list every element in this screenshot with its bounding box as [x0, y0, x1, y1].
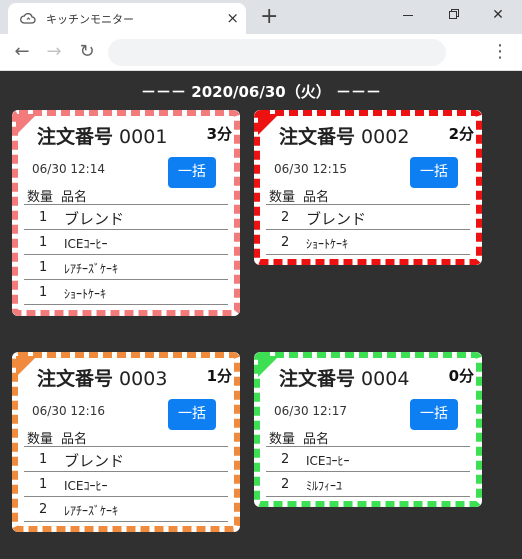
item-quantity: 2	[281, 210, 290, 225]
order-number-value: 0001	[113, 126, 168, 148]
item-name: ブレンド	[64, 452, 125, 470]
item-quantity: 1	[39, 235, 48, 250]
item-quantity: 1	[39, 477, 48, 492]
status-flag-icon	[16, 356, 37, 377]
order-item-list: 1 ブレンド 1 ICEｺｰﾋｰ 2 ﾚｱﾁｰｽﾞｹｰｷ	[24, 446, 228, 522]
order-item-list: 2 ブレンド 2 ｼｮｰﾄｹｰｷ	[266, 204, 470, 255]
qty-column-header: 数量	[27, 432, 54, 447]
bulk-complete-button[interactable]: 一括	[410, 157, 458, 188]
order-item-list: 1 ブレンド 1 ICEｺｰﾋｰ 1 ﾚｱﾁｰｽﾞｹｰｷ 1 ｼｮｰﾄｹｰｷ	[24, 204, 228, 305]
elapsed-minutes: 3分	[206, 125, 232, 143]
item-quantity: 1	[39, 452, 48, 467]
item-name: ICEｺｰﾋｰ	[64, 237, 108, 251]
order-number-label: 注文番号	[37, 126, 114, 148]
order-number-label: 注文番号	[279, 368, 356, 390]
item-quantity: 1	[39, 210, 48, 225]
order-time: 06/30 12:16	[32, 404, 105, 418]
item-quantity: 1	[39, 260, 48, 275]
new-tab-button[interactable]: +	[260, 6, 278, 28]
cloud-sync-icon	[20, 12, 36, 24]
item-quantity: 2	[281, 235, 290, 250]
item-name: ブレンド	[306, 210, 367, 228]
elapsed-minutes: 1分	[206, 367, 232, 385]
address-bar[interactable]	[108, 39, 446, 66]
item-quantity: 2	[281, 477, 290, 492]
minimize-button[interactable]	[386, 0, 430, 30]
item-name: ﾚｱﾁｰｽﾞｹｰｷ	[64, 262, 119, 276]
order-time: 06/30 12:15	[274, 162, 347, 176]
name-column-header: 品名	[61, 432, 88, 447]
order-card: 注文番号 0003 1分 06/30 12:16 一括数量 品名 1 ブレンド 1 ICEｺｰﾋ…	[12, 352, 240, 532]
order-number: 注文番号 0003	[37, 364, 167, 391]
order-number: 注文番号 0002	[279, 122, 409, 149]
order-card: 注文番号 0004 0分 06/30 12:17 一括数量 品名 2 ICEｺｰﾋｰ 2 ﾐﾙﾌ…	[254, 352, 482, 507]
order-item-row[interactable]: 2 ｼｮｰﾄｹｰｷ	[266, 230, 470, 255]
order-number-value: 0002	[355, 126, 410, 148]
order-time: 06/30 12:14	[32, 162, 105, 176]
order-time: 06/30 12:17	[274, 404, 347, 418]
item-name: ICEｺｰﾋｰ	[64, 479, 108, 493]
order-item-row[interactable]: 2 ﾚｱﾁｰｽﾞｹｰｷ	[24, 497, 228, 522]
qty-column-header: 数量	[269, 190, 296, 205]
bulk-complete-button[interactable]: 一括	[168, 157, 216, 188]
tab-title: キッチンモニター	[46, 13, 134, 26]
bulk-complete-button[interactable]: 一括	[410, 399, 458, 430]
item-name: ﾚｱﾁｰｽﾞｹｰｷ	[64, 504, 119, 518]
name-column-header: 品名	[61, 190, 88, 205]
order-item-row[interactable]: 1 ブレンド	[24, 205, 228, 230]
item-name: ｼｮｰﾄｹｰｷ	[64, 287, 107, 301]
date-header: －－－ 2020/06/30（火） －－－	[141, 83, 381, 101]
status-flag-icon	[16, 114, 37, 135]
browser-tab[interactable]: キッチンモニター ×	[8, 3, 246, 34]
item-name: ICEｺｰﾋｰ	[306, 454, 350, 468]
order-number-label: 注文番号	[279, 126, 356, 148]
browser-menu-button[interactable]: ⋮	[490, 40, 510, 64]
order-number-value: 0004	[355, 368, 410, 390]
item-name: ｼｮｰﾄｹｰｷ	[306, 237, 349, 251]
item-quantity: 1	[39, 285, 48, 300]
browser-titlebar: キッチンモニター × + ✕	[0, 0, 522, 34]
name-column-header: 品名	[303, 432, 330, 447]
order-number-value: 0003	[113, 368, 168, 390]
order-item-row[interactable]: 1 ブレンド	[24, 447, 228, 472]
order-item-row[interactable]: 1 ﾚｱﾁｰｽﾞｹｰｷ	[24, 255, 228, 280]
forward-button[interactable]: →	[42, 40, 66, 64]
order-card: 注文番号 0002 2分 06/30 12:15 一括数量 品名 2 ブレンド 2 ｼｮｰﾄｹｰ…	[254, 110, 482, 265]
order-item-row[interactable]: 2 ﾐﾙﾌｨｰﾕ	[266, 472, 470, 497]
order-number: 注文番号 0001	[37, 122, 167, 149]
order-number: 注文番号 0004	[279, 364, 409, 391]
order-number-label: 注文番号	[37, 368, 114, 390]
window-close-button[interactable]: ✕	[476, 0, 520, 30]
order-card: 注文番号 0001 3分 06/30 12:14 一括数量 品名 1 ブレンド 1 ICEｺｰﾋ…	[12, 110, 240, 316]
back-button[interactable]: ←	[10, 40, 34, 64]
item-name: ﾐﾙﾌｨｰﾕ	[306, 479, 343, 493]
order-item-row[interactable]: 2 ICEｺｰﾋｰ	[266, 447, 470, 472]
order-item-row[interactable]: 1 ｼｮｰﾄｹｰｷ	[24, 280, 228, 305]
item-quantity: 2	[281, 452, 290, 467]
order-item-row[interactable]: 1 ICEｺｰﾋｰ	[24, 230, 228, 255]
qty-column-header: 数量	[269, 432, 296, 447]
status-flag-icon	[258, 114, 279, 135]
order-item-row[interactable]: 2 ブレンド	[266, 205, 470, 230]
maximize-button[interactable]	[432, 0, 476, 30]
order-item-row[interactable]: 1 ICEｺｰﾋｰ	[24, 472, 228, 497]
elapsed-minutes: 0分	[448, 367, 474, 385]
qty-column-header: 数量	[27, 190, 54, 205]
name-column-header: 品名	[303, 190, 330, 205]
status-flag-icon	[258, 356, 279, 377]
order-item-list: 2 ICEｺｰﾋｰ 2 ﾐﾙﾌｨｰﾕ	[266, 446, 470, 497]
browser-toolbar: ← → ↻ ⋮	[0, 34, 522, 71]
item-name: ブレンド	[64, 210, 125, 228]
elapsed-minutes: 2分	[448, 125, 474, 143]
bulk-complete-button[interactable]: 一括	[168, 399, 216, 430]
reload-button[interactable]: ↻	[75, 40, 99, 64]
item-quantity: 2	[39, 502, 48, 517]
tab-close-icon[interactable]: ×	[226, 8, 239, 28]
